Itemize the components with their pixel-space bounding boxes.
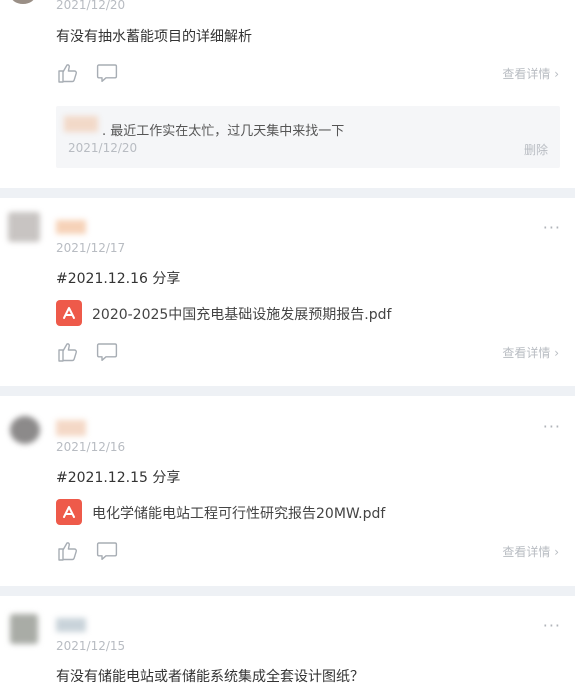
username[interactable] — [56, 420, 86, 436]
post-date: 2021/12/16 — [56, 440, 126, 454]
reply-date: 2021/12/20 — [68, 141, 138, 155]
thumbs-up-icon[interactable] — [57, 540, 79, 562]
file-name: 电化学储能电站工程可行性研究报告20MW.pdf — [92, 506, 386, 522]
post-separator — [0, 386, 575, 396]
more-icon[interactable]: ··· — [543, 218, 561, 237]
post-text: 有没有储能电站或者储能系统集成全套设计图纸？ — [56, 669, 364, 685]
thumbs-up-icon[interactable] — [57, 62, 79, 84]
comment-icon[interactable] — [96, 341, 118, 363]
comment-icon[interactable] — [96, 62, 118, 84]
reply-author-avatar — [64, 116, 98, 132]
pdf-file-icon — [56, 300, 82, 326]
post-date: 2021/12/20 — [56, 0, 126, 12]
view-detail-label: 查看详情 — [502, 346, 551, 360]
thumbs-up-icon[interactable] — [57, 341, 79, 363]
post-text: #2021.12.16 分享 — [56, 271, 181, 287]
reply-box: . 最近工作实在太忙，过几天集中来找一下 2021/12/20 删除 — [56, 106, 560, 168]
comment-icon[interactable] — [96, 540, 118, 562]
chevron-right-icon: › — [554, 346, 559, 360]
more-icon[interactable]: ··· — [543, 616, 561, 635]
chevron-right-icon: › — [554, 67, 559, 81]
more-icon[interactable]: ··· — [543, 417, 561, 436]
reply-text: . 最近工作实在太忙，过几天集中来找一下 — [102, 124, 345, 139]
post-date: 2021/12/17 — [56, 241, 126, 255]
post-separator — [0, 188, 575, 198]
post-text: 有没有抽水蓄能项目的详细解析 — [56, 29, 252, 45]
view-detail-link[interactable]: 查看详情 › — [502, 344, 559, 361]
delete-reply-button[interactable]: 删除 — [524, 141, 548, 158]
username[interactable] — [56, 220, 86, 234]
file-name: 2020-2025中国充电基础设施发展预期报告.pdf — [92, 307, 392, 323]
post-text: #2021.12.15 分享 — [56, 470, 181, 486]
pdf-file-icon — [56, 499, 82, 525]
view-detail-label: 查看详情 — [502, 67, 551, 81]
view-detail-label: 查看详情 — [502, 545, 551, 559]
post-separator — [0, 586, 575, 596]
avatar[interactable] — [10, 416, 40, 444]
view-detail-link[interactable]: 查看详情 › — [502, 543, 559, 560]
avatar[interactable] — [8, 212, 40, 242]
avatar[interactable] — [10, 0, 36, 4]
avatar[interactable] — [10, 614, 38, 644]
username[interactable] — [56, 618, 86, 632]
view-detail-link[interactable]: 查看详情 › — [502, 65, 559, 82]
chevron-right-icon: › — [554, 545, 559, 559]
post-date: 2021/12/15 — [56, 639, 126, 653]
